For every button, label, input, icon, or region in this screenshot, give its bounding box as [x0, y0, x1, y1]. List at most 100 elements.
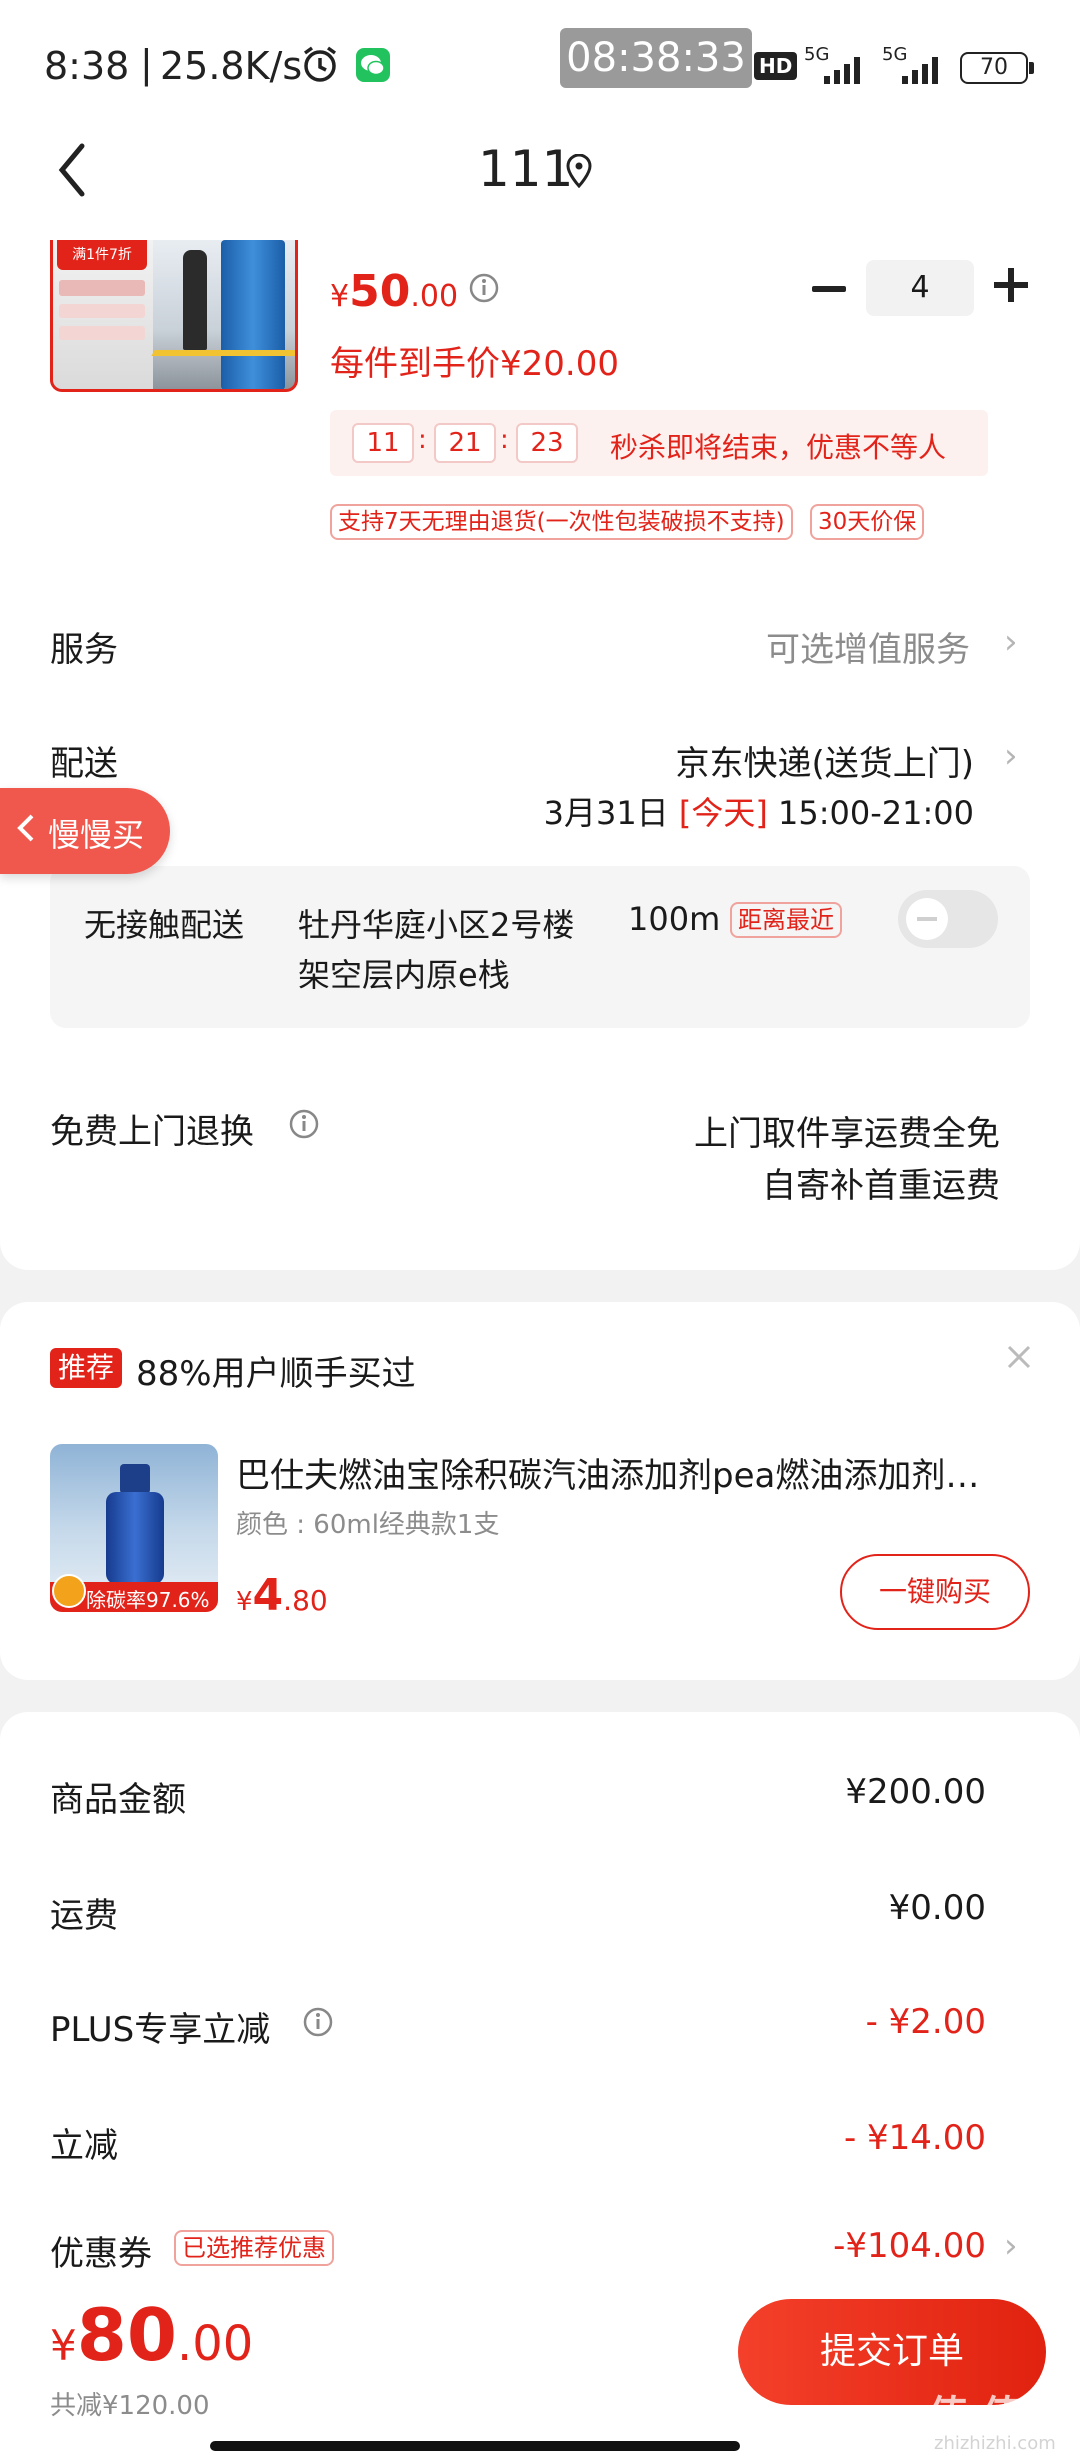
manmanmai-float-button[interactable]: 慢慢买 [0, 788, 170, 874]
signal-icon-1 [822, 52, 868, 84]
delivery-label: 配送 [50, 744, 118, 784]
unit-price: 每件到手价¥20.00 [330, 344, 619, 384]
recommend-spec: 颜色 : 60ml经典款1支 [236, 1510, 500, 1540]
countdown-text: 秒杀即将结束，优惠不等人 [610, 431, 947, 464]
one-click-buy-button[interactable]: 一键购买 [840, 1554, 1030, 1630]
watermark-url: zhizhizhi.com [934, 2433, 1056, 2454]
price-int: 50 [349, 266, 411, 317]
recommend-product-name[interactable]: 巴仕夫燃油宝除积碳汽油添加剂pea燃油添加剂… [236, 1448, 1026, 1497]
quantity-field[interactable]: 4 [866, 260, 974, 316]
total-price-symbol: ¥ [50, 2321, 77, 2370]
toggle-knob [906, 898, 948, 940]
free-return-row[interactable]: 免费上门退换 上门取件享运费全免 自寄补首重运费 [0, 1094, 1080, 1224]
thumb-bottle-nozzle [183, 250, 207, 350]
price-summary-card: 商品金额 ¥200.00 运费 ¥0.00 PLUS专享立减 - ¥2.00 立… [0, 1712, 1080, 2292]
service-chevron-icon: › [1004, 622, 1018, 662]
back-button[interactable] [52, 140, 92, 200]
status-separator: | [140, 42, 153, 86]
price-info-icon[interactable] [468, 272, 500, 304]
contactless-label: 无接触配送 [84, 906, 245, 944]
product-price: ¥50.00 [330, 266, 458, 317]
rec-price-int: 4 [252, 1570, 284, 1621]
instant-discount-value: - ¥14.00 [843, 2118, 986, 2158]
product-thumbnail[interactable]: 满1件7折 [50, 240, 298, 392]
countdown-hours: 11 [352, 423, 414, 463]
coupon-label: 优惠券 [50, 2234, 152, 2274]
thumb-bottle [221, 240, 285, 389]
recommend-card: 推荐 88%用户顺手买过 除碳率97.6% 巴仕夫燃油宝除积碳汽油添加剂pea燃… [0, 1302, 1080, 1680]
thumb-road-line [151, 350, 295, 356]
countdown-seconds: 23 [516, 423, 578, 463]
chevron-left-icon [14, 808, 38, 848]
thumb-seal [52, 1574, 86, 1608]
delivery-today: [今天] [678, 794, 768, 832]
decrease-button[interactable] [812, 286, 846, 292]
status-time: 8:38 [44, 44, 130, 88]
battery-tip [1029, 62, 1034, 74]
free-return-line-2: 自寄补首重运费 [762, 1166, 1000, 1206]
price-dec: .00 [410, 279, 459, 314]
float-button-label: 慢慢买 [48, 816, 145, 854]
contactless-address-1: 牡丹华庭小区2号楼 [298, 906, 575, 944]
free-return-info-icon[interactable] [288, 1108, 320, 1140]
summary-row-coupon[interactable]: 优惠券 已选推荐优惠 -¥104.00 › [0, 2226, 1080, 2286]
summary-row-plus: PLUS专享立减 - ¥2.00 [0, 2002, 1080, 2062]
clock-overlay: 08:38:33 [560, 28, 752, 88]
plus-discount-value: - ¥2.00 [865, 2002, 986, 2042]
total-price-int: 80 [76, 2293, 177, 2377]
service-value: 可选增值服务 [766, 630, 970, 670]
signal-icon-2 [900, 52, 946, 84]
increase-button[interactable] [994, 268, 1028, 302]
shipping-value: ¥0.00 [888, 1888, 986, 1928]
hd-badge: HD [754, 52, 798, 80]
plus-discount-label: PLUS专享立减 [50, 2010, 271, 2050]
rec-price-symbol: ¥ [236, 1587, 253, 1617]
contactless-address-2: 架空层内原e栈 [298, 956, 510, 994]
service-label: 服务 [50, 630, 118, 670]
coupon-tag: 已选推荐优惠 [174, 2230, 334, 2266]
delivery-method: 京东快递(送货上门) [675, 744, 974, 784]
service-row[interactable]: 服务 可选增值服务 › [0, 610, 1080, 680]
contactless-panel: 无接触配送 牡丹华庭小区2号楼 100m 距离最近 架空层内原e栈 [50, 866, 1030, 1028]
recommend-price: ¥4.80 [236, 1570, 328, 1621]
recommend-title: 88%用户顺手买过 [136, 1354, 416, 1394]
alarm-icon [300, 44, 340, 84]
battery-icon: 70 [960, 52, 1028, 84]
wechat-icon [356, 48, 390, 82]
instant-discount-label: 立减 [50, 2126, 118, 2166]
page-title: 111 [478, 140, 574, 198]
delivery-chevron-icon: › [1004, 736, 1018, 776]
plus-info-icon[interactable] [302, 2006, 334, 2038]
thumb-line-2 [59, 304, 145, 318]
flash-sale-bar: 11 : 21 : 23 秒杀即将结束，优惠不等人 [330, 410, 988, 476]
thumb-badge-text: 除碳率97.6% [86, 1588, 210, 1612]
thumb-bottle-body [106, 1492, 164, 1584]
home-indicator[interactable] [210, 2441, 740, 2451]
goods-amount-label: 商品金额 [50, 1780, 186, 1820]
thumb-line-1 [59, 280, 145, 296]
nav-header: 111 [0, 130, 1080, 240]
promo-badge: 满1件7折 [57, 240, 147, 270]
free-return-line-1: 上门取件享运费全免 [694, 1114, 1000, 1154]
recommend-thumbnail[interactable]: 除碳率97.6% [50, 1444, 218, 1612]
summary-row-goods: 商品金额 ¥200.00 [0, 1772, 1080, 1832]
goods-amount-value: ¥200.00 [845, 1772, 986, 1812]
delivery-date: 3月31日 [543, 794, 669, 832]
location-icon[interactable] [564, 153, 594, 189]
coupon-value: -¥104.00 [833, 2226, 986, 2266]
free-return-label: 免费上门退换 [50, 1112, 254, 1152]
total-price: ¥80.00 [50, 2293, 253, 2377]
thumb-bottle-cap [120, 1464, 150, 1494]
contactless-distance: 100m [628, 900, 721, 938]
status-speed: 25.8K/s [160, 44, 303, 88]
thumb-line-3 [59, 326, 145, 340]
return-policy-tag: 支持7天无理由退货(一次性包装破损不支持) [330, 504, 793, 540]
order-main-card: 满1件7折 ¥50.00 4 每件到手价¥20.00 11 : 21 : 23 … [0, 240, 1080, 1270]
countdown-colon-1: : [418, 425, 427, 455]
contactless-toggle[interactable] [898, 890, 998, 948]
recommend-tag: 推荐 [50, 1348, 123, 1388]
close-icon[interactable] [1004, 1342, 1034, 1372]
total-saved: 共减¥120.00 [50, 2391, 210, 2421]
rec-price-dec: .80 [283, 1584, 328, 1617]
delivery-time: 3月31日 [今天] 15:00-21:00 [544, 788, 974, 834]
